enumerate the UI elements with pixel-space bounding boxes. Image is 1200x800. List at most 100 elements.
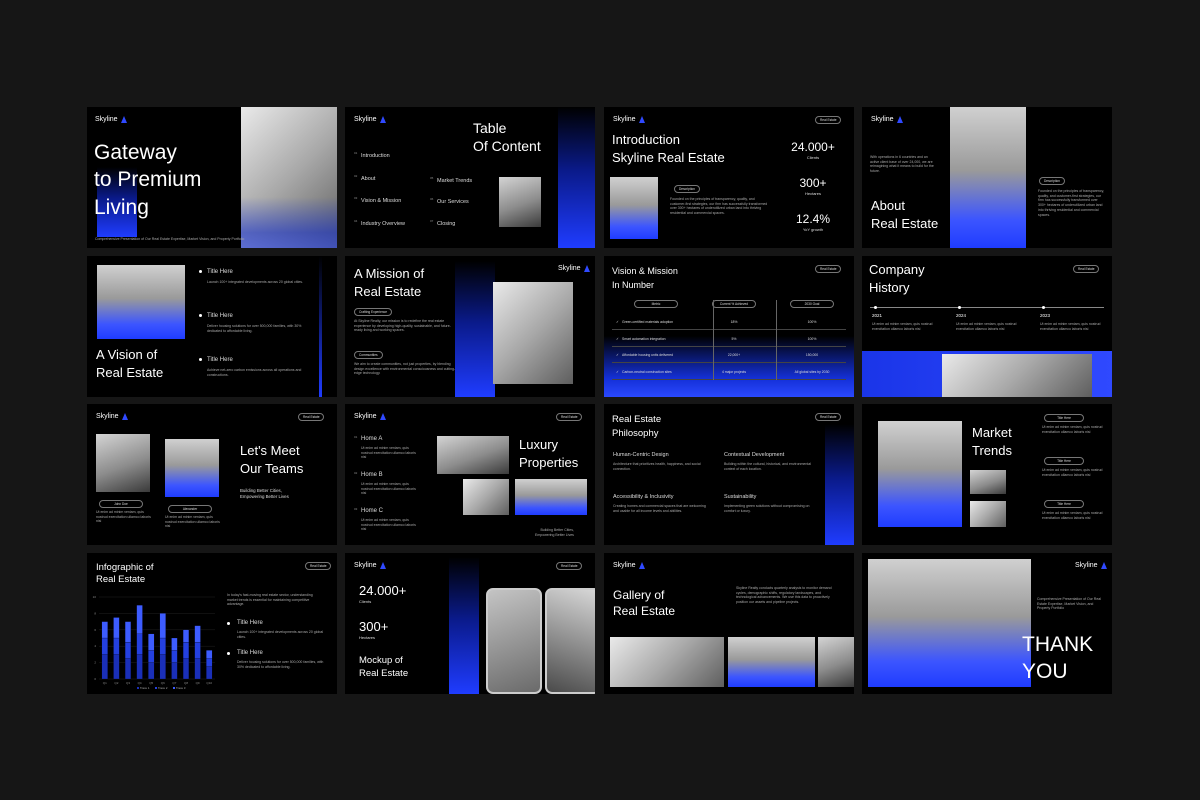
logo-triangle-icon — [379, 562, 386, 569]
bar-segment — [182, 629, 189, 643]
thumb-1 — [970, 470, 1006, 494]
slide-vision[interactable]: A Vision of Real Estate Title Here Launch… — [87, 256, 337, 397]
stat-label: Hectares — [804, 191, 821, 196]
slide-market-trends[interactable]: Market Trends Title Here Ut enim ad minim… — [862, 404, 1112, 545]
brand-logo: Skyline — [354, 413, 386, 420]
slide-about[interactable]: Skyline With operations in 6 countries a… — [862, 107, 1112, 248]
bar-segment — [171, 650, 178, 663]
bar-segment — [148, 650, 155, 663]
slide-title: Infographic of Real Estate — [96, 562, 154, 586]
stat-value: 300+ — [799, 176, 827, 190]
toc-number: 04 — [354, 219, 358, 223]
slide-vision-mission-number[interactable]: Vision & Mission In Number Real Estate M… — [604, 256, 854, 397]
intro-text: With operations in 6 countries and an ac… — [870, 155, 934, 174]
badge: Real Estate — [815, 265, 842, 273]
row-divider — [612, 345, 846, 346]
slide-title: Table Of Content — [473, 120, 541, 155]
toc-number: 01 — [354, 151, 358, 155]
trend-pill: Title Here — [1044, 500, 1084, 508]
x-tick-label: Q6 — [161, 681, 165, 685]
x-tick-label: Q5 — [149, 681, 153, 685]
slide-gateway[interactable]: Skyline Gateway to Premium Living Compre… — [87, 107, 337, 248]
bar-segment — [124, 658, 131, 680]
brand-logo: Skyline — [1075, 562, 1107, 569]
stat-label: Hectares — [359, 635, 376, 640]
table-header: Current % Achieved — [712, 300, 756, 308]
slide-thank-you[interactable]: Skyline Comprehensive Presentation of Ou… — [862, 553, 1112, 694]
logo-triangle-icon — [638, 562, 645, 569]
slide-mission[interactable]: A Mission of Real Estate Crafting Experi… — [345, 256, 595, 397]
bar-segment — [113, 617, 120, 639]
intro-text: In today's fast-moving real estate secto… — [227, 593, 313, 607]
stat-label: YoY growth — [802, 227, 824, 232]
item-title: Title Here — [207, 313, 233, 319]
toc-item: Vision & Mission — [361, 198, 402, 204]
row-goal: 100% — [807, 336, 817, 341]
event-text: Ut enim ad minim veniam, quis nostrud ex… — [1040, 322, 1101, 331]
accent-gradient — [449, 557, 479, 694]
bar-segment — [182, 641, 189, 659]
item-title: Title Here — [207, 357, 233, 363]
bar-segment — [148, 662, 155, 680]
event-text: Ut enim ad minim veniam, quis nostrud ex… — [872, 322, 933, 331]
timeline-dot — [1042, 306, 1045, 309]
x-tick-label: Q1 — [103, 681, 107, 685]
event-year: 2023 — [1040, 313, 1051, 318]
item-title: Title Here — [237, 650, 263, 656]
stat-value: 300+ — [359, 619, 389, 634]
philosophy-title: Contextual Development — [724, 452, 785, 458]
trend-text: Ut enim ad minim veniam, quis nostrud ex… — [1042, 468, 1103, 477]
pill-crafting: Crafting Experience — [354, 308, 392, 316]
slide-mockup[interactable]: Skyline Real Estate 24.000+ Clients 300+ He… — [345, 553, 595, 694]
person-text: Ut enim ad minim veniam, quis nostrud ex… — [96, 510, 151, 524]
slide-title: Company History — [869, 262, 925, 296]
bar-segment — [159, 637, 166, 655]
slide-meet-teams[interactable]: Skyline Real Estate John Doe Ut enim ad m… — [87, 404, 337, 545]
brand-logo: Skyline — [96, 413, 128, 420]
y-tick-label: 10 — [93, 595, 97, 599]
slide-table-of-content[interactable]: Skyline Table Of Content 01 Introduction 0… — [345, 107, 595, 248]
x-tick-label: Q9 — [196, 681, 200, 685]
item-title: Title Here — [207, 269, 233, 275]
gallery-photo-1 — [610, 637, 724, 687]
toc-item: Market Trends — [437, 178, 473, 184]
slide-title: Real Estate Philosophy — [612, 414, 662, 440]
bullet-dot — [199, 314, 202, 317]
bar-segment — [194, 625, 201, 643]
accent-line — [319, 256, 322, 397]
bar-segment — [159, 654, 166, 680]
stat-label: Clients — [806, 155, 820, 160]
y-tick-label: 6 — [94, 628, 96, 632]
slide-title: A Mission of Real Estate — [354, 266, 425, 300]
row-metric: Affordable housing units delivered — [622, 353, 674, 357]
toc-item: Introduction — [361, 153, 390, 159]
accent-gradient — [825, 424, 854, 545]
logo-triangle-icon — [583, 265, 590, 272]
toc-number: 03 — [354, 196, 358, 200]
slide-luxury-properties[interactable]: Skyline Real Estate 01 Home A Ut enim ad m… — [345, 404, 595, 545]
x-tick-label: Q4 — [138, 681, 142, 685]
toc-number: 02 — [354, 174, 358, 178]
row-divider — [612, 378, 846, 379]
thumb-2 — [970, 501, 1006, 527]
building-photo — [942, 354, 1092, 397]
slide-company-history[interactable]: Company History Real Estate 2021 Ut enim … — [862, 256, 1112, 397]
x-tick-label: Q7 — [172, 681, 176, 685]
mission-text-2: We aim to create communities, not just p… — [354, 362, 456, 376]
stat-value: 12.4% — [795, 212, 831, 226]
bar-segment — [171, 637, 178, 651]
bar-segment — [206, 666, 213, 680]
slide-gallery[interactable]: Skyline Gallery of Real Estate Skyline R… — [604, 553, 854, 694]
slide-introduction[interactable]: Skyline Real Estate Introduction Skyline… — [604, 107, 854, 248]
slide-philosophy[interactable]: Real Estate Philosophy Real Estate Human… — [604, 404, 854, 545]
bar-segment — [113, 654, 120, 680]
y-tick-label: 2 — [94, 661, 96, 665]
y-tick-label: 4 — [94, 644, 96, 648]
brand-logo: Skyline — [613, 562, 645, 569]
brand-logo: Skyline — [354, 116, 386, 123]
logo-triangle-icon — [1100, 562, 1107, 569]
building-photo — [97, 265, 185, 339]
bar-segment — [124, 641, 131, 659]
slide-infographic[interactable]: Infographic of Real Estate Real Estate 0… — [87, 553, 337, 694]
building-photo — [950, 107, 1026, 248]
